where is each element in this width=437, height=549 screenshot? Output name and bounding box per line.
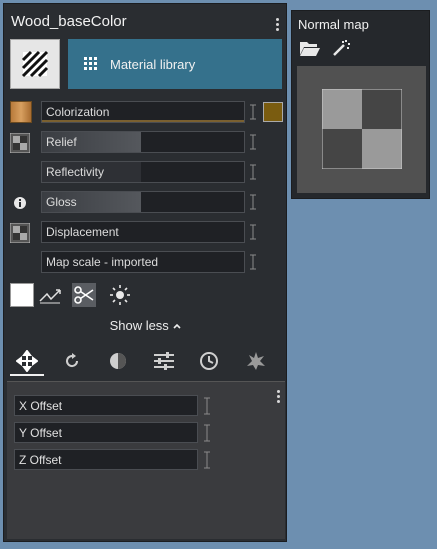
transform-tabs [4, 344, 288, 380]
colorization-swatch[interactable] [263, 102, 283, 122]
active-tab-indicator [10, 374, 44, 376]
colorization-label: Colorization [46, 105, 110, 119]
text-cursor-icon[interactable] [203, 424, 211, 442]
sun-icon[interactable] [108, 283, 132, 307]
material-title: Wood_baseColor [11, 13, 127, 30]
more-options-icon[interactable] [276, 18, 280, 33]
checker-icon[interactable] [10, 223, 30, 243]
relief-row: Relief [10, 131, 288, 153]
checker-icon[interactable] [10, 133, 30, 153]
chevron-up-icon [173, 323, 182, 329]
material-panel: Wood_baseColor Material library Coloriza… [3, 3, 287, 542]
white-swatch-button[interactable] [10, 283, 34, 307]
colorization-field[interactable]: Colorization [41, 101, 245, 123]
info-icon[interactable] [10, 193, 30, 213]
offset-more-icon[interactable] [277, 390, 281, 405]
tab-rotate[interactable] [55, 346, 89, 376]
relief-label: Relief [46, 135, 77, 149]
text-cursor-icon[interactable] [203, 451, 211, 469]
material-library-button[interactable]: Material library [68, 39, 282, 89]
text-cursor-icon[interactable] [249, 224, 257, 240]
gloss-row: Gloss [10, 191, 288, 213]
grid-icon [84, 57, 97, 70]
normal-map-title: Normal map [298, 17, 369, 32]
show-less-toggle[interactable]: Show less [4, 318, 288, 333]
text-cursor-icon[interactable] [249, 254, 257, 270]
tab-history[interactable] [192, 346, 226, 376]
tab-adjust[interactable] [147, 346, 181, 376]
text-cursor-icon[interactable] [249, 104, 257, 120]
rotate-icon [66, 353, 79, 368]
normal-map-preview[interactable] [297, 66, 426, 193]
normal-map-checker [322, 89, 402, 169]
colorization-fill [42, 120, 244, 122]
folder-open-icon[interactable] [299, 39, 321, 57]
x-offset-label: X Offset [19, 399, 63, 413]
material-library-label: Material library [110, 56, 196, 72]
gloss-field[interactable]: Gloss [41, 191, 245, 213]
normal-map-panel: Normal map [291, 10, 430, 199]
displacement-field[interactable]: Displacement [41, 221, 245, 243]
text-cursor-icon[interactable] [203, 397, 211, 415]
contrast-icon [110, 353, 126, 369]
y-offset-field[interactable]: Y Offset [14, 422, 198, 443]
tab-splash[interactable] [239, 346, 273, 376]
gloss-label: Gloss [46, 195, 77, 209]
map-scale-row: Map scale - imported [10, 251, 288, 273]
text-cursor-icon[interactable] [249, 134, 257, 150]
scissors-icon [74, 286, 94, 304]
wood-texture-icon[interactable] [10, 101, 32, 123]
splash-icon [247, 352, 265, 370]
map-scale-label: Map scale - imported [46, 255, 159, 269]
map-scale-field[interactable]: Map scale - imported [41, 251, 245, 273]
tab-contrast[interactable] [101, 346, 135, 376]
tab-move[interactable] [10, 346, 44, 376]
offset-panel: X Offset Y Offset Z Offset [7, 381, 285, 539]
scissors-button[interactable] [72, 283, 96, 307]
text-cursor-icon[interactable] [249, 194, 257, 210]
z-offset-label: Z Offset [19, 453, 62, 467]
curve-arrow-icon[interactable] [38, 283, 62, 307]
y-offset-label: Y Offset [19, 426, 62, 440]
clock-icon [200, 352, 218, 370]
displacement-row: Displacement [10, 221, 288, 243]
reflectivity-label: Reflectivity [46, 165, 105, 179]
reflectivity-row: Reflectivity [10, 161, 288, 183]
material-thumbnail[interactable] [10, 39, 60, 89]
text-cursor-icon[interactable] [249, 164, 257, 180]
show-less-label: Show less [109, 318, 169, 333]
displacement-label: Displacement [46, 225, 119, 239]
move-icon [16, 350, 38, 372]
hatch-icon [21, 50, 49, 78]
magic-wand-icon[interactable] [331, 38, 351, 58]
reflectivity-field[interactable]: Reflectivity [41, 161, 245, 183]
relief-field[interactable]: Relief [41, 131, 245, 153]
x-offset-field[interactable]: X Offset [14, 395, 198, 416]
colorization-row: Colorization [10, 101, 288, 123]
sliders-icon [154, 352, 174, 370]
z-offset-field[interactable]: Z Offset [14, 449, 198, 470]
